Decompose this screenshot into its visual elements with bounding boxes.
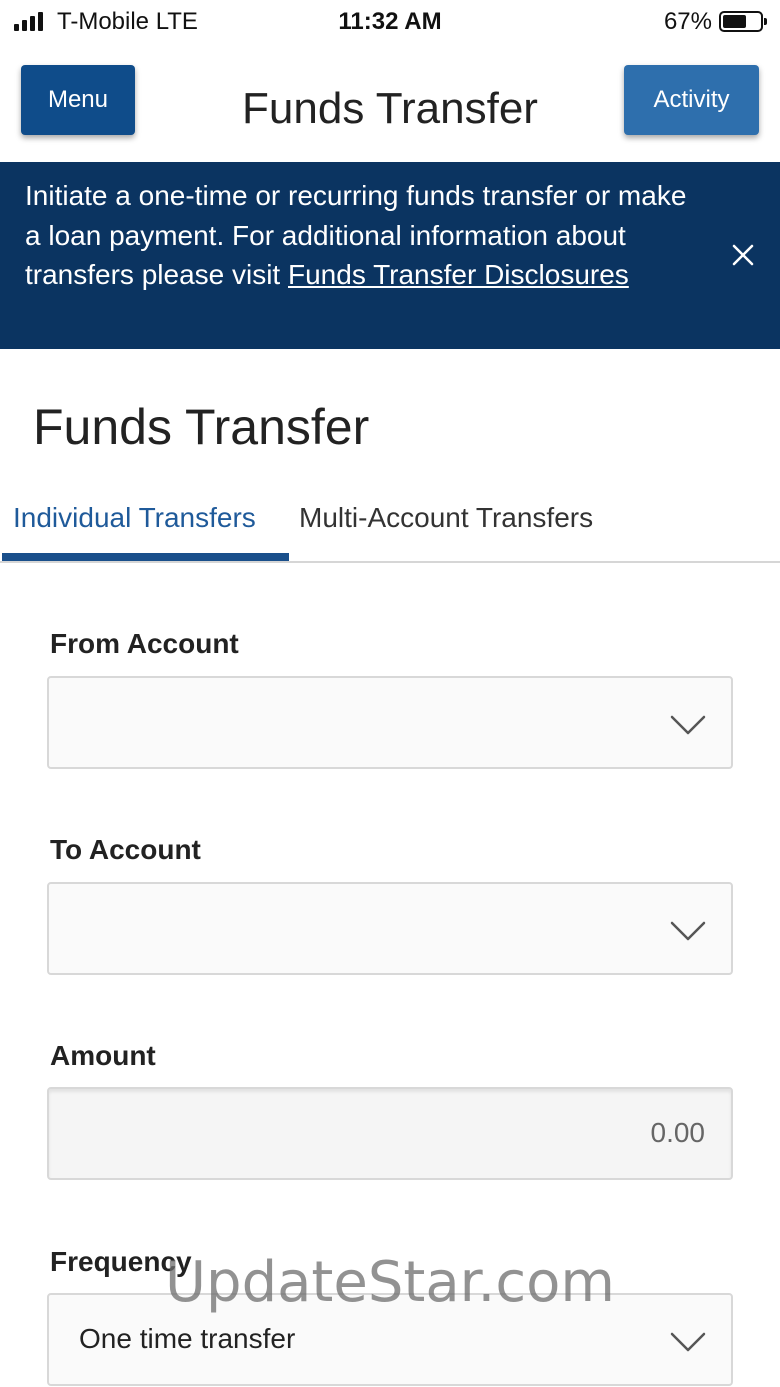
to-account-select[interactable] bbox=[47, 882, 733, 975]
frequency-label: Frequency bbox=[50, 1246, 192, 1277]
from-account-label: From Account bbox=[50, 628, 239, 659]
from-account-select[interactable] bbox=[47, 676, 733, 769]
status-bar: T-Mobile LTE 11:32 AM 67% bbox=[0, 0, 780, 44]
close-icon[interactable] bbox=[726, 238, 760, 272]
chevron-down-icon bbox=[670, 921, 706, 941]
funds-transfer-disclosures-link[interactable]: Funds Transfer Disclosures bbox=[288, 259, 629, 290]
amount-label: Amount bbox=[50, 1040, 156, 1071]
battery-icon bbox=[719, 11, 767, 32]
chevron-down-icon bbox=[670, 1332, 706, 1352]
transfer-tabs: Individual Transfers Multi-Account Trans… bbox=[0, 490, 780, 563]
info-banner: Initiate a one-time or recurring funds t… bbox=[0, 162, 780, 349]
banner-message: Initiate a one-time or recurring funds t… bbox=[25, 176, 705, 295]
battery-percent: 67% bbox=[663, 8, 712, 35]
frequency-select[interactable]: One time transfer bbox=[47, 1293, 733, 1386]
to-account-label: To Account bbox=[50, 834, 201, 865]
amount-input[interactable]: 0.00 bbox=[47, 1087, 733, 1180]
app-header: Menu Funds Transfer Activity bbox=[0, 44, 780, 162]
active-tab-indicator bbox=[2, 553, 289, 561]
chevron-down-icon bbox=[670, 715, 706, 735]
page-title: Funds Transfer bbox=[33, 399, 370, 455]
tab-individual-transfers[interactable]: Individual Transfers bbox=[13, 502, 256, 534]
frequency-value: One time transfer bbox=[79, 1323, 296, 1354]
amount-placeholder: 0.00 bbox=[650, 1117, 706, 1148]
activity-button[interactable]: Activity bbox=[624, 65, 759, 135]
tab-multi-account-transfers[interactable]: Multi-Account Transfers bbox=[299, 502, 593, 534]
